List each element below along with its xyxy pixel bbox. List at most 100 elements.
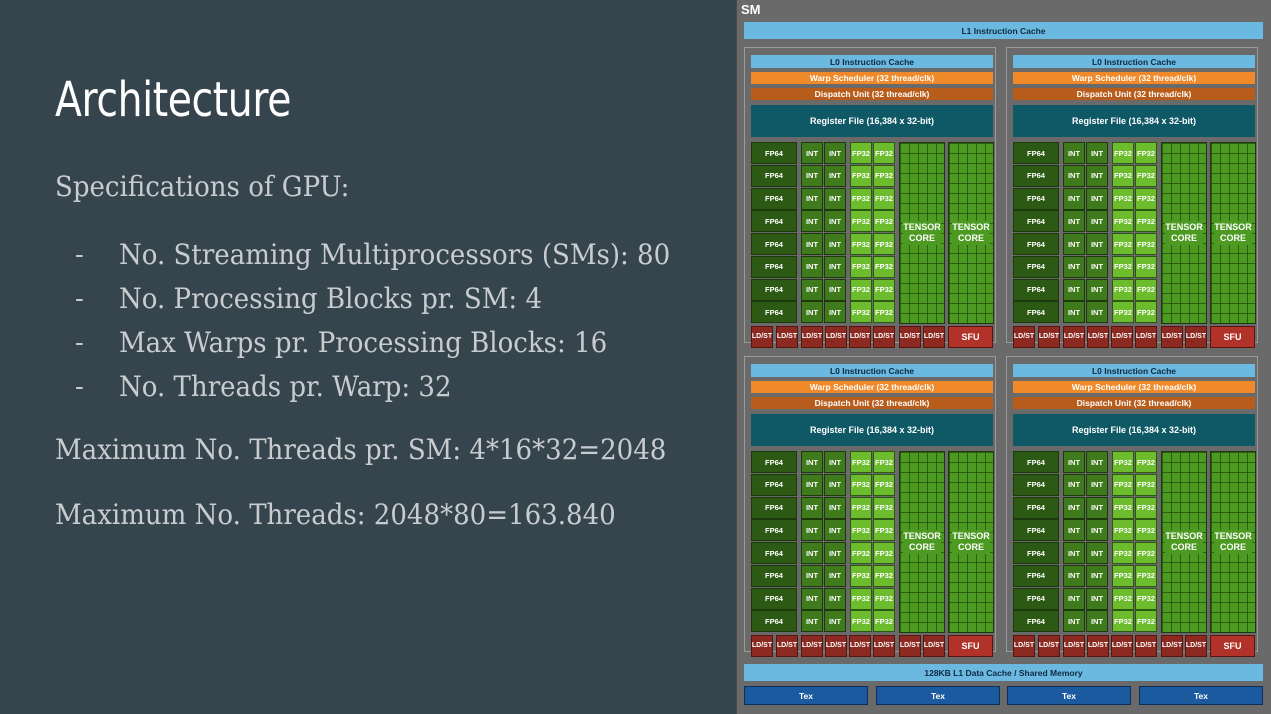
int-unit: INT	[1086, 278, 1108, 301]
fp32-unit: FP32	[1112, 210, 1134, 233]
int-unit: INT	[1063, 187, 1085, 210]
fp32-unit: FP32	[850, 542, 872, 564]
fp64-unit: FP64	[751, 164, 797, 187]
ldst-label-line2: ST	[911, 642, 921, 649]
fp32-unit: FP32	[873, 564, 895, 587]
ldst-unit: LD/ST	[873, 326, 895, 348]
fp32-unit: FP32	[873, 301, 895, 324]
ldst-label-line2: ST	[885, 333, 895, 340]
fp32-unit: FP32	[1112, 301, 1134, 324]
fp32-unit: FP32	[850, 519, 872, 542]
fp64-unit: FP64	[1013, 164, 1059, 187]
ldst-label-line1: LD/	[776, 642, 789, 649]
fp32-unit: FP32	[1135, 187, 1157, 210]
fp32-unit: FP32	[1112, 451, 1134, 473]
ldst-label-line2: ST	[1147, 333, 1157, 340]
fp32-unit: FP32	[873, 519, 895, 542]
ldst-unit: LD/ST	[751, 635, 773, 657]
ldst-label-line2: ST	[911, 333, 921, 340]
fp64-unit: FP64	[1013, 496, 1059, 519]
tensor-core: TENSOR CORE	[1161, 451, 1207, 633]
int-unit: INT	[1086, 496, 1108, 519]
spec-item-text: No. Streaming Multiprocessors (SMs): 80	[119, 238, 671, 271]
tensor-core: TENSOR CORE	[1210, 451, 1256, 633]
tensor-core-label: TENSOR CORE	[1214, 221, 1252, 245]
ldst-label-line1: LD/	[1063, 642, 1076, 649]
tensor-core-label-line2: CORE	[1219, 541, 1246, 553]
ldst-label-line2: ST	[1123, 642, 1133, 649]
ldst-unit: LD/ST	[1063, 326, 1085, 348]
processing-block: L0 Instruction Cache Warp Scheduler (32 t…	[744, 356, 996, 657]
fp32-unit: FP32	[1135, 564, 1157, 587]
tensor-core: TENSOR CORE	[1161, 142, 1207, 324]
fp32-unit: FP32	[873, 496, 895, 519]
int-unit: INT	[1086, 210, 1108, 233]
int-unit: INT	[824, 473, 846, 496]
bullet-dash: -	[75, 328, 84, 358]
warp-scheduler: Warp Scheduler (32 thread/clk)	[751, 72, 993, 84]
ldst-label-line2: ST	[763, 642, 773, 649]
int-unit: INT	[1086, 142, 1108, 164]
int-unit: INT	[801, 255, 823, 278]
sfu-unit: SFU	[1210, 635, 1255, 657]
ldst-unit: LD/ST	[1161, 326, 1183, 348]
int-unit: INT	[1063, 210, 1085, 233]
ldst-label-line2: ST	[885, 642, 895, 649]
fp32-unit: FP32	[850, 496, 872, 519]
int-unit: INT	[824, 587, 846, 610]
fp32-unit: FP32	[873, 142, 895, 164]
ldst-label-line2: ST	[788, 642, 798, 649]
int-unit: INT	[1063, 564, 1085, 587]
fp64-unit: FP64	[1013, 564, 1059, 587]
fp32-unit: FP32	[850, 564, 872, 587]
tensor-core: TENSOR CORE	[948, 142, 994, 324]
tex-unit: Tex	[1139, 686, 1263, 705]
spec-item-text: No. Processing Blocks pr. SM: 4	[119, 282, 543, 315]
int-unit: INT	[824, 278, 846, 301]
ldst-unit: LD/ST	[776, 326, 798, 348]
ldst-label-line1: LD/	[825, 642, 838, 649]
int-unit: INT	[801, 451, 823, 473]
ldst-unit: LD/ST	[1013, 326, 1035, 348]
fp32-unit: FP32	[1112, 496, 1134, 519]
fp64-unit: FP64	[751, 187, 797, 210]
fp64-unit: FP64	[1013, 142, 1059, 164]
fp32-unit: FP32	[873, 278, 895, 301]
fp32-unit: FP32	[850, 187, 872, 210]
ldst-label-line1: LD/	[776, 333, 789, 340]
ldst-label-line1: LD/	[1135, 333, 1148, 340]
fp64-unit: FP64	[751, 142, 797, 164]
int-unit: INT	[1063, 164, 1085, 187]
dispatch-unit: Dispatch Unit (32 thread/clk)	[751, 397, 993, 409]
fp32-unit: FP32	[850, 233, 872, 255]
ldst-unit: LD/ST	[899, 635, 921, 657]
fp64-unit: FP64	[1013, 610, 1059, 633]
fp64-unit: FP64	[751, 255, 797, 278]
int-unit: INT	[824, 542, 846, 564]
processing-block: L0 Instruction Cache Warp Scheduler (32 t…	[1006, 47, 1258, 348]
fp32-unit: FP32	[850, 142, 872, 164]
ldst-label-line1: LD/	[801, 642, 814, 649]
max-threads-per-sm: Maximum No. Threads pr. SM: 4*16*32=2048	[55, 433, 667, 466]
ldst-unit: LD/ST	[1063, 635, 1085, 657]
ldst-label-line2: ST	[1197, 642, 1207, 649]
int-unit: INT	[1086, 542, 1108, 564]
ldst-label-line2: ST	[1147, 642, 1157, 649]
tensor-core-label-line2: CORE	[957, 232, 984, 244]
fp64-unit: FP64	[751, 278, 797, 301]
ldst-label-line1: LD/	[1038, 642, 1051, 649]
ldst-label-line1: LD/	[849, 333, 862, 340]
ldst-label-line2: ST	[861, 333, 871, 340]
fp32-unit: FP32	[1135, 542, 1157, 564]
spec-item-text: Max Warps pr. Processing Blocks: 16	[119, 326, 608, 359]
int-unit: INT	[1086, 164, 1108, 187]
ldst-label-line2: ST	[1099, 333, 1109, 340]
ldst-label-line2: ST	[1075, 333, 1085, 340]
int-unit: INT	[1063, 542, 1085, 564]
bullet-dash: -	[75, 284, 84, 314]
int-unit: INT	[801, 610, 823, 633]
ldst-label-line1: LD/	[801, 333, 814, 340]
int-unit: INT	[801, 519, 823, 542]
int-unit: INT	[1086, 255, 1108, 278]
ldst-label-line1: LD/	[1185, 333, 1198, 340]
